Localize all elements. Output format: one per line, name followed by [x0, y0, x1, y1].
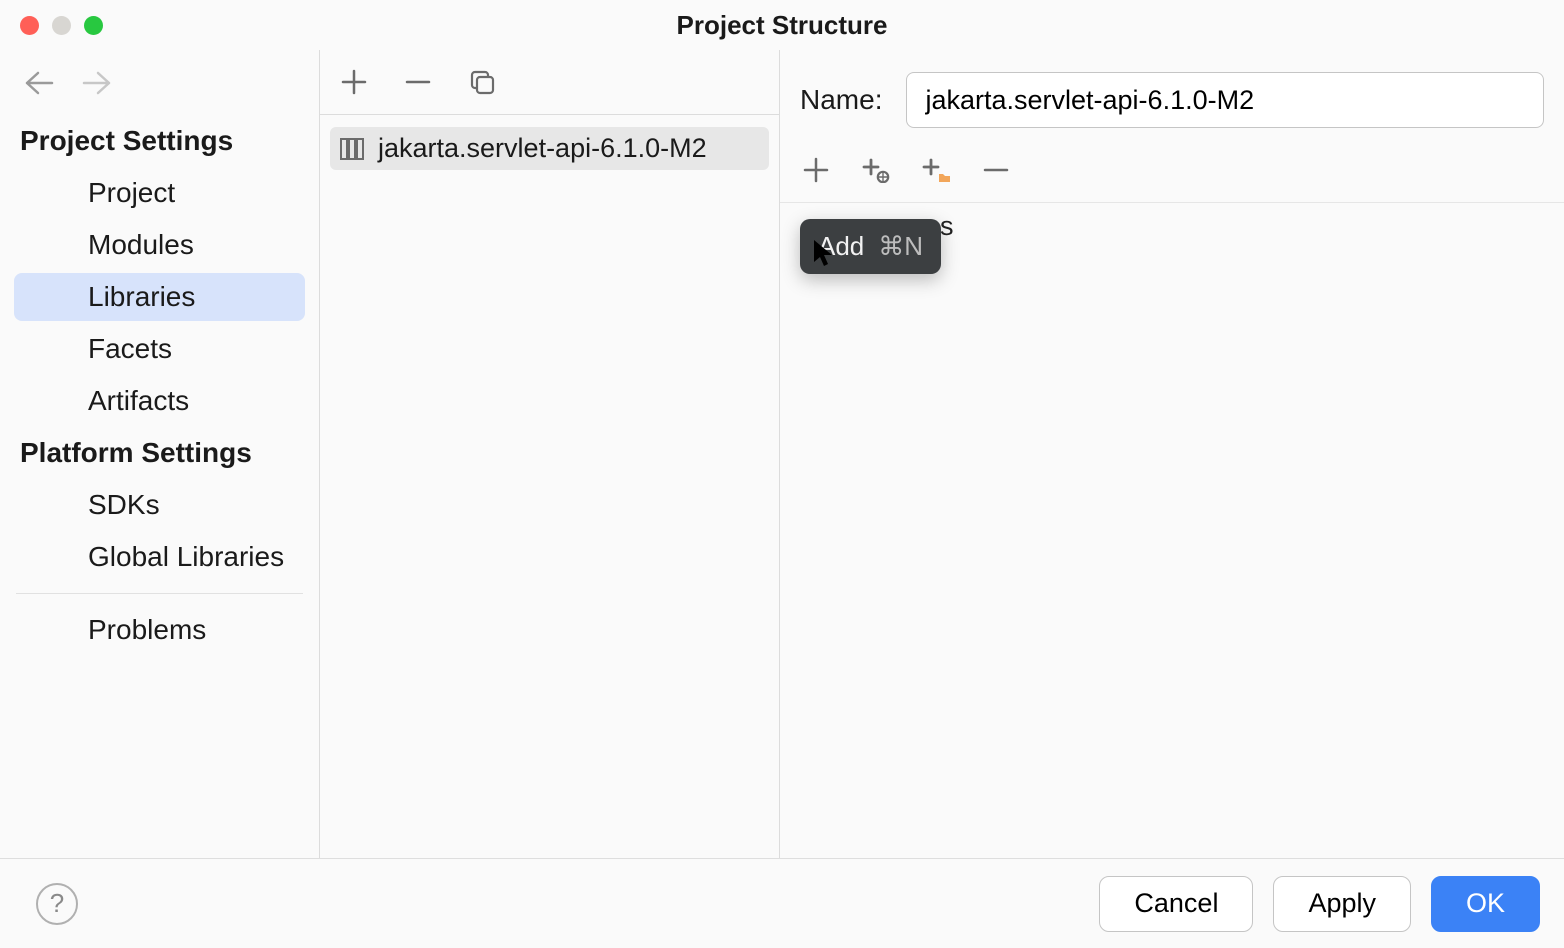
tooltip-shortcut: ⌘N — [878, 231, 923, 262]
sidebar-item-global-libraries[interactable]: Global Libraries — [14, 533, 305, 581]
name-row: Name: — [780, 50, 1564, 144]
section-project-settings: Project Settings — [0, 115, 319, 167]
sidebar-item-problems[interactable]: Problems — [14, 606, 305, 654]
project-structure-window: Project Structure Project Settings Proje… — [0, 0, 1564, 948]
library-icon — [340, 137, 368, 161]
classes-tail-text: s — [940, 211, 954, 242]
main-body: Project Settings Project Modules Librari… — [0, 50, 1564, 858]
library-item-label: jakarta.servlet-api-6.1.0-M2 — [378, 133, 707, 164]
sidebar-divider — [16, 593, 303, 594]
sidebar: Project Settings Project Modules Librari… — [0, 50, 320, 858]
ok-button[interactable]: OK — [1431, 876, 1540, 932]
library-list-pane: jakarta.servlet-api-6.1.0-M2 — [320, 50, 780, 858]
sidebar-nav — [0, 50, 319, 115]
add-folder-root-icon[interactable] — [916, 150, 956, 190]
name-input[interactable] — [906, 72, 1544, 128]
sidebar-item-libraries[interactable]: Libraries — [14, 273, 305, 321]
library-item[interactable]: jakarta.servlet-api-6.1.0-M2 — [330, 127, 769, 170]
add-library-icon[interactable] — [334, 62, 374, 102]
sidebar-item-facets[interactable]: Facets — [14, 325, 305, 373]
cancel-button[interactable]: Cancel — [1099, 876, 1253, 932]
remove-library-icon[interactable] — [398, 62, 438, 102]
section-platform-settings: Platform Settings — [0, 427, 319, 479]
add-url-root-icon[interactable] — [856, 150, 896, 190]
titlebar: Project Structure — [0, 0, 1564, 50]
window-title: Project Structure — [0, 10, 1564, 41]
apply-button[interactable]: Apply — [1273, 876, 1411, 932]
sidebar-item-artifacts[interactable]: Artifacts — [14, 377, 305, 425]
library-detail-pane: Name: — [780, 50, 1564, 858]
remove-root-icon[interactable] — [976, 150, 1016, 190]
sidebar-item-project[interactable]: Project — [14, 169, 305, 217]
sidebar-item-modules[interactable]: Modules — [14, 221, 305, 269]
library-toolbar — [320, 50, 779, 115]
add-tooltip: Add ⌘N — [800, 219, 941, 274]
dialog-footer: ? Cancel Apply OK — [0, 858, 1564, 948]
tooltip-label: Add — [818, 231, 864, 262]
detail-toolbar — [780, 144, 1564, 203]
help-icon[interactable]: ? — [36, 883, 78, 925]
add-root-icon[interactable] — [796, 150, 836, 190]
detail-body: s Add ⌘N — [780, 203, 1564, 858]
forward-icon[interactable] — [82, 68, 112, 98]
name-label: Name: — [800, 84, 882, 116]
library-list: jakarta.servlet-api-6.1.0-M2 — [320, 115, 779, 182]
copy-library-icon[interactable] — [462, 62, 502, 102]
sidebar-item-sdks[interactable]: SDKs — [14, 481, 305, 529]
back-icon[interactable] — [24, 68, 54, 98]
